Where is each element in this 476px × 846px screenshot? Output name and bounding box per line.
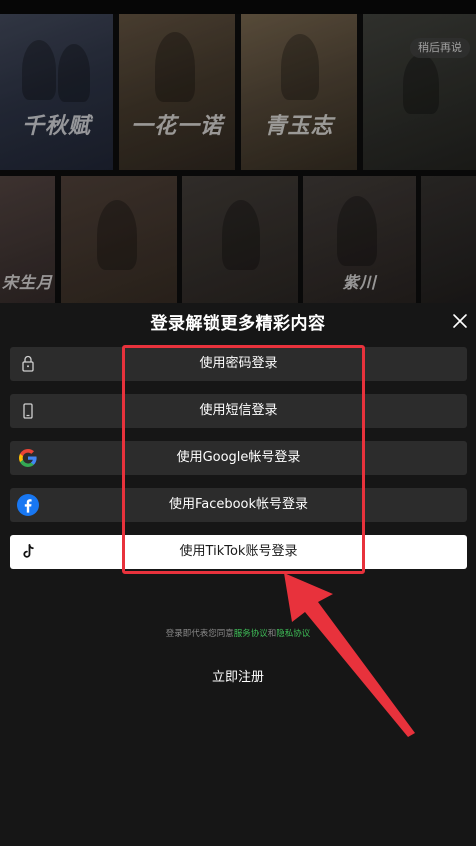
sms-login-button[interactable]: 使用短信登录 <box>10 394 467 428</box>
google-login-button[interactable]: 使用Google帐号登录 <box>10 441 467 475</box>
option-label: 使用TikTok账号登录 <box>179 544 298 559</box>
close-icon <box>453 314 467 328</box>
option-label: 使用Facebook帐号登录 <box>168 497 309 512</box>
agreement-prefix: 登录即代表您同意 <box>165 629 234 639</box>
option-label: 使用Google帐号登录 <box>176 450 301 465</box>
option-label: 使用密码登录 <box>199 356 278 371</box>
password-login-button[interactable]: 使用密码登录 <box>10 347 467 381</box>
privacy-link[interactable]: 隐私协议 <box>276 629 310 639</box>
sheet-title: 登录解锁更多精彩内容 <box>150 314 326 334</box>
facebook-login-button[interactable]: 使用Facebook帐号登录 <box>10 488 467 522</box>
close-button[interactable] <box>448 309 472 333</box>
agreement-text: 登录即代表您同意服务协议和隐私协议 <box>0 627 476 639</box>
agreement-and: 和 <box>267 629 277 639</box>
background-dim-overlay <box>0 0 476 305</box>
option-label: 使用短信登录 <box>199 403 278 418</box>
register-button[interactable]: 立即注册 <box>198 668 278 688</box>
tiktok-login-button[interactable]: 使用TikTok账号登录 <box>10 535 467 569</box>
terms-link[interactable]: 服务协议 <box>234 629 268 639</box>
login-sheet: 登录解锁更多精彩内容 <box>0 303 476 846</box>
poster-grid-background: 千秋赋 一花一诺 青玉志 宋生月 紫川 稍后再说 <box>0 0 476 305</box>
